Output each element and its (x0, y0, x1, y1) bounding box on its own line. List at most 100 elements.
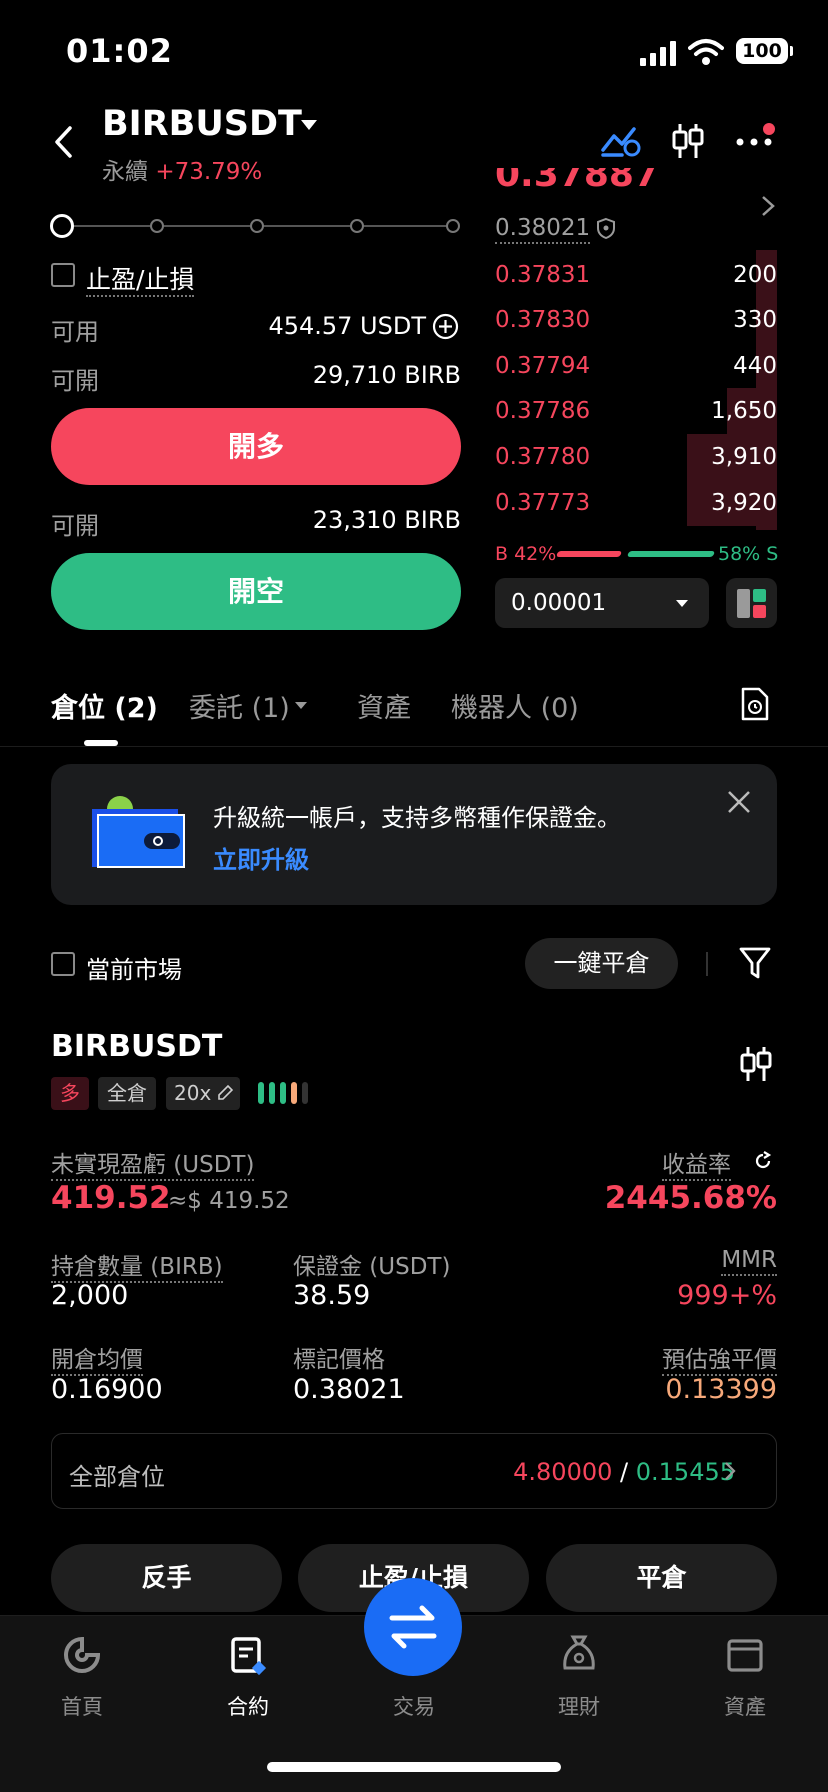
last-price: 0.37887 (495, 168, 659, 195)
slider-step-100[interactable] (446, 219, 460, 233)
open-long-label: 可開 (51, 367, 99, 395)
chevron-right-icon[interactable] (723, 1460, 737, 1482)
mmr-label: MMR (721, 1247, 777, 1276)
buy-ratio-bar (555, 551, 623, 557)
current-market-label: 當前市場 (86, 956, 182, 984)
mmr-value: 999+% (677, 1280, 777, 1311)
battery-indicator: 100 (736, 38, 793, 64)
roe-label: 收益率 (662, 1145, 731, 1181)
upnl-value: 419.52 (51, 1180, 171, 1216)
add-funds-icon[interactable] (432, 313, 459, 340)
wifi-icon (688, 39, 724, 65)
ask-price[interactable]: 0.37831 (495, 262, 590, 288)
ask-quantity[interactable]: 3,920 (711, 490, 777, 516)
current-market-checkbox[interactable] (51, 952, 75, 976)
book-layout-icon (737, 589, 766, 618)
tab-bots[interactable]: 機器人 (0) (451, 686, 579, 725)
status-time: 01:02 (66, 32, 173, 70)
tick-size-value: 0.00001 (511, 590, 607, 616)
wallet-icon[interactable] (726, 1636, 764, 1674)
open-short-button[interactable]: 開空 (51, 553, 461, 630)
liq-label: 預估強平價 (662, 1340, 777, 1376)
close-position-button[interactable]: 平倉 (546, 1544, 777, 1612)
signal-icon (640, 41, 676, 66)
nav-label[interactable]: 資產 (695, 1691, 795, 1721)
risk-level-indicator (258, 1082, 315, 1104)
back-icon[interactable] (52, 124, 76, 160)
ask-price[interactable]: 0.37794 (495, 353, 590, 379)
entry-label: 開倉均價 (51, 1340, 143, 1376)
tab-assets[interactable]: 資產 (357, 686, 411, 725)
all-positions-values: 4.80000 / 0.15455 (513, 1458, 735, 1486)
upnl-label: 未實現盈虧 (USDT) (51, 1145, 255, 1181)
nav-label[interactable]: 交易 (364, 1691, 464, 1721)
tab-orders[interactable]: 委託 (1) (189, 686, 290, 725)
ask-price[interactable]: 0.37773 (495, 490, 590, 516)
liq-value: 0.13399 (665, 1374, 777, 1405)
pair-title[interactable]: BIRBUSDT (102, 104, 302, 144)
caret-down-icon[interactable] (300, 119, 318, 131)
wallet-illustration-icon (92, 796, 185, 868)
mark-value: 0.38021 (293, 1374, 405, 1405)
trade-fab-button[interactable] (364, 1578, 462, 1676)
ask-price[interactable]: 0.37780 (495, 444, 590, 470)
all-positions-green: 0.15455 (635, 1458, 735, 1486)
size-value: 2,000 (51, 1280, 129, 1311)
shield-icon (597, 217, 615, 239)
history-icon[interactable] (740, 686, 770, 722)
more-menu-icon[interactable] (735, 122, 779, 152)
all-positions-red: 4.80000 (513, 1458, 613, 1486)
leverage-value: 20x (174, 1081, 212, 1105)
slider-step-75[interactable] (350, 219, 364, 233)
slider-step-25[interactable] (150, 219, 164, 233)
tp-sl-checkbox[interactable] (51, 263, 75, 287)
close-all-button[interactable]: 一鍵平倉 (525, 938, 678, 989)
ask-quantity[interactable]: 440 (733, 353, 777, 379)
edit-icon[interactable] (216, 1084, 234, 1102)
ask-price[interactable]: 0.37786 (495, 398, 590, 424)
finance-icon[interactable] (560, 1634, 598, 1674)
open-long-value: 29,710 BIRB (312, 361, 461, 389)
ask-price[interactable]: 0.37830 (495, 307, 590, 333)
slider-step-50[interactable] (250, 219, 264, 233)
nav-label[interactable]: 首頁 (32, 1691, 132, 1721)
all-positions-label: 全部倉位 (69, 1463, 165, 1491)
tab-positions[interactable]: 倉位 (2) (51, 686, 158, 725)
slider-knob[interactable] (50, 214, 74, 238)
mark-price[interactable]: 0.38021 (495, 215, 591, 244)
contract-icon[interactable] (230, 1636, 268, 1676)
trade-swap-icon (389, 1605, 437, 1649)
open-long-button[interactable]: 開多 (51, 408, 461, 485)
upnl-usd: ≈$ 419.52 (168, 1188, 290, 1214)
filter-icon[interactable] (739, 946, 771, 980)
ask-quantity[interactable]: 3,910 (711, 444, 777, 470)
sell-ratio: 58% S (718, 543, 779, 565)
home-indicator (267, 1762, 561, 1772)
tp-sl-label[interactable]: 止盈/止損 (86, 260, 195, 297)
margin-mode-badge: 全倉 (98, 1077, 156, 1110)
chevron-right-icon[interactable] (760, 194, 776, 218)
margin-label: 保證金 (USDT) (293, 1254, 451, 1280)
close-icon[interactable] (727, 790, 751, 814)
tick-size-select[interactable]: 0.00001 (495, 578, 709, 628)
refresh-share-icon[interactable] (753, 1151, 773, 1171)
available-value: 454.57 USDT (268, 312, 426, 340)
chart-analysis-icon[interactable] (600, 124, 642, 158)
nav-label[interactable]: 合約 (198, 1691, 298, 1721)
upgrade-link[interactable]: 立即升級 (213, 840, 309, 875)
chart-icon[interactable] (739, 1045, 773, 1083)
open-short-value: 23,310 BIRB (312, 506, 461, 534)
nav-label[interactable]: 理財 (529, 1691, 629, 1721)
caret-down-icon[interactable] (294, 701, 308, 710)
ask-quantity[interactable]: 1,650 (711, 398, 777, 424)
open-short-label: 可開 (51, 512, 99, 540)
available-label: 可用 (51, 318, 99, 346)
ask-quantity[interactable]: 200 (733, 262, 777, 288)
candlestick-icon[interactable] (671, 122, 705, 160)
ask-quantity[interactable]: 330 (733, 307, 777, 333)
roe-value: 2445.68% (604, 1180, 777, 1216)
home-icon[interactable] (63, 1636, 101, 1674)
book-layout-button[interactable] (726, 578, 777, 628)
reverse-button[interactable]: 反手 (51, 1544, 282, 1612)
tab-divider (0, 746, 828, 747)
